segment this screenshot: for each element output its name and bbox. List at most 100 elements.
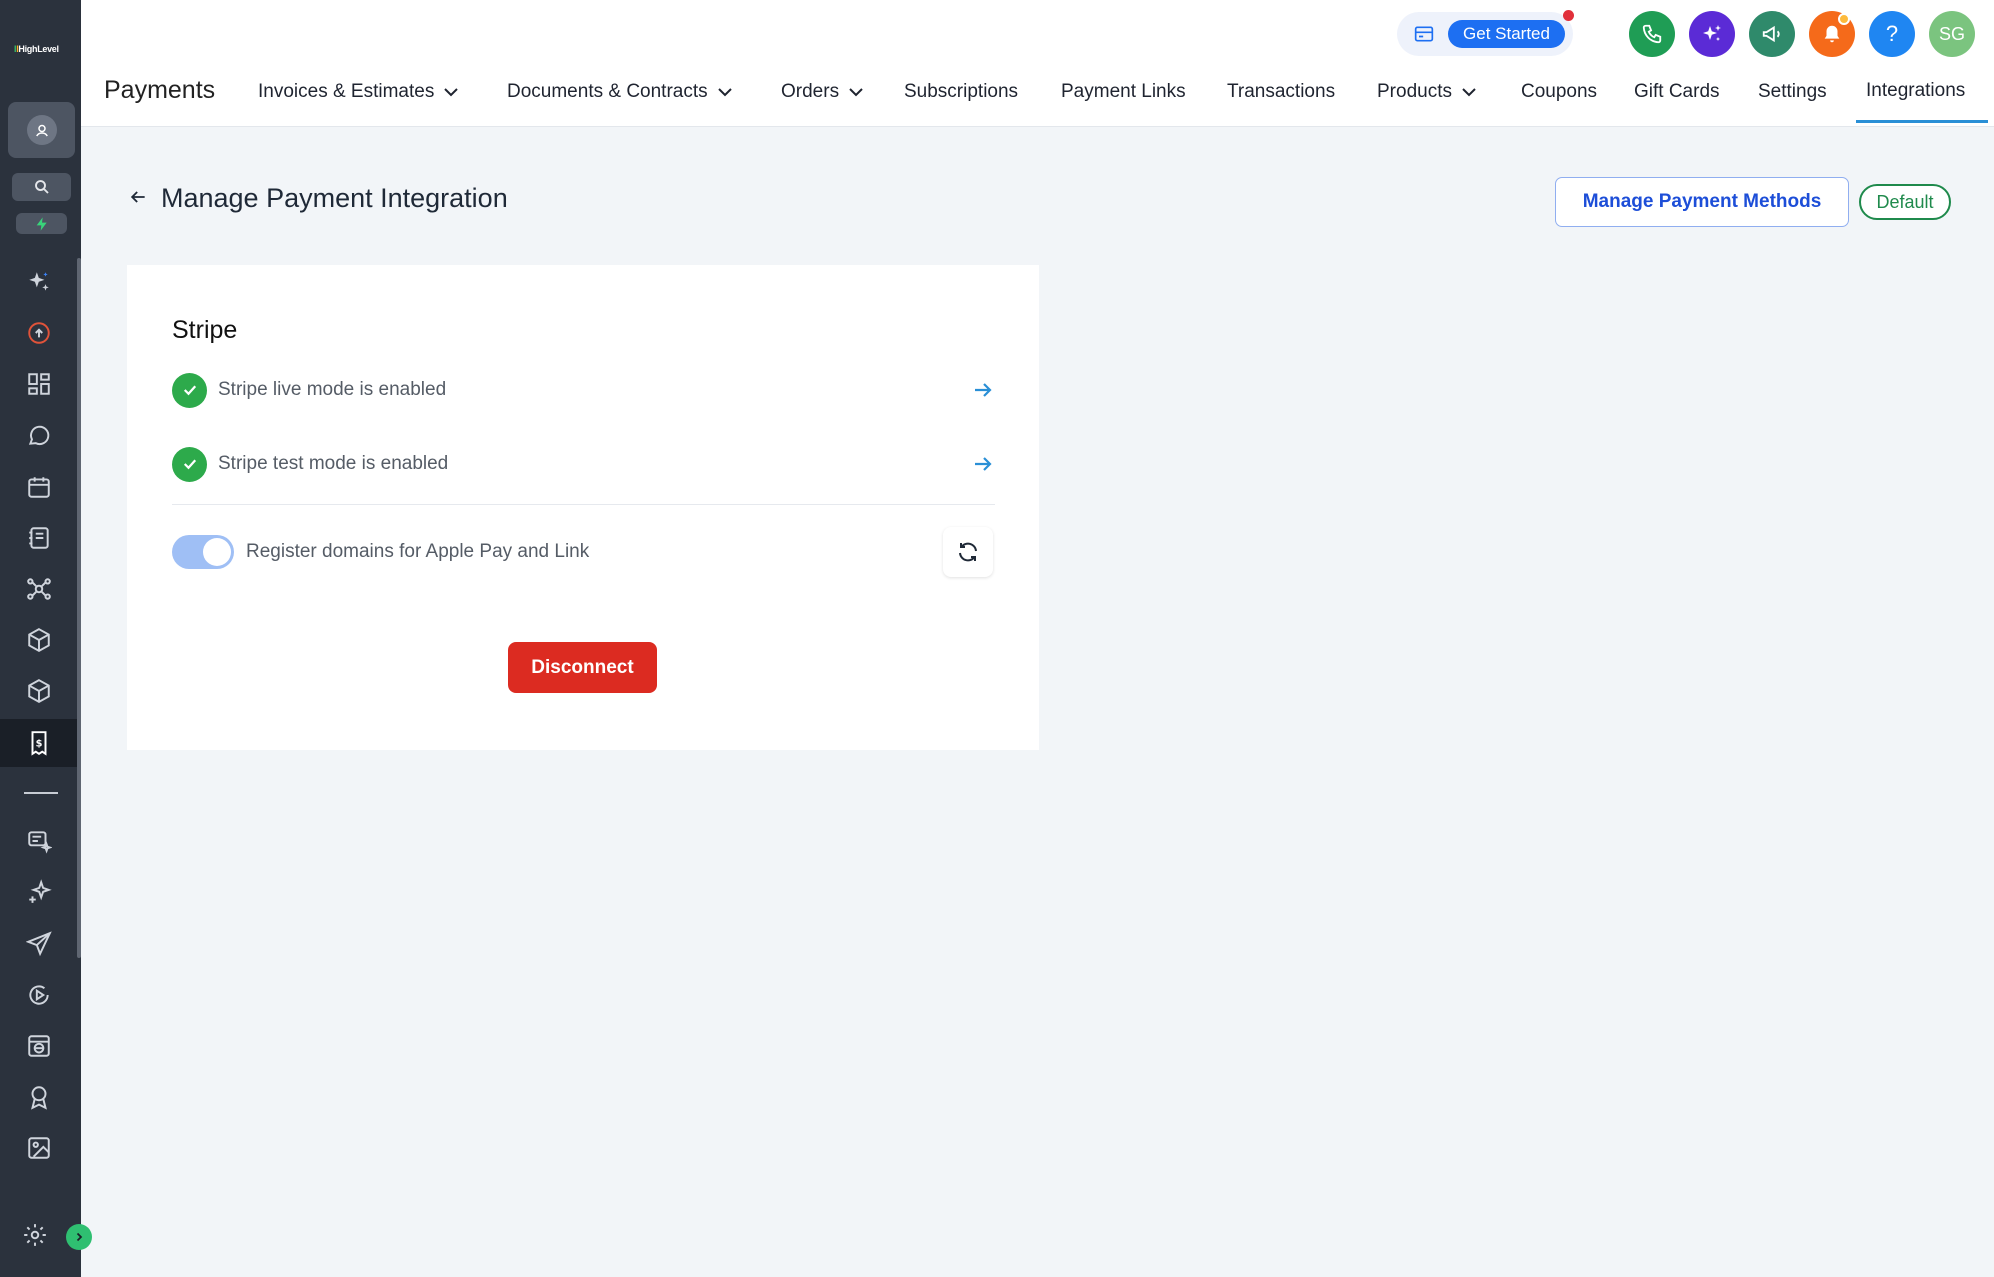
get-started-button[interactable]: Get Started <box>1448 20 1565 48</box>
sidebar-item-opportunities[interactable] <box>0 565 78 613</box>
check-circle-icon <box>172 372 207 408</box>
sidebar-item-sites[interactable] <box>0 1022 78 1070</box>
nav-orders[interactable]: Orders <box>781 80 863 104</box>
account-switcher[interactable] <box>8 102 75 158</box>
disconnect-button[interactable]: Disconnect <box>508 642 657 693</box>
refresh-icon <box>959 542 977 562</box>
chevron-down-icon <box>1462 88 1476 97</box>
logo-text: HighLevel <box>18 44 59 54</box>
chevron-right-icon <box>76 1232 83 1242</box>
back-button[interactable] <box>128 187 148 212</box>
toggle-knob <box>203 538 231 566</box>
register-domains-row: Register domains for Apple Pay and Link <box>172 527 932 577</box>
avatar-initials: SG <box>1938 23 1965 44</box>
nav-label: Subscriptions <box>904 81 1019 102</box>
image-icon <box>28 1137 50 1159</box>
nav-subscriptions[interactable]: Subscriptions <box>904 80 1018 104</box>
sidebar-item-settings[interactable] <box>0 1211 70 1259</box>
nav-label: Documents & Contracts <box>507 81 708 102</box>
check-circle-icon <box>172 446 207 482</box>
upload-cloud-icon <box>28 322 50 344</box>
nav-label: Invoices & Estimates <box>258 81 435 102</box>
ai-assistant-button[interactable] <box>1689 11 1735 57</box>
nav-label: Gift Cards <box>1634 81 1720 102</box>
nav-label: Payment Links <box>1061 81 1186 102</box>
row-label: Stripe live mode is enabled <box>218 379 447 400</box>
sidebar-item-ai-agents[interactable] <box>0 868 78 916</box>
refresh-domains-button[interactable] <box>943 527 993 577</box>
stripe-live-mode-row[interactable]: Stripe live mode is enabled <box>172 370 995 410</box>
sidebar-expand-button[interactable] <box>66 1224 92 1250</box>
nav-coupons[interactable]: Coupons <box>1521 80 1597 104</box>
calendar-icon <box>28 477 50 498</box>
toggle-label: Register domains for Apple Pay and Link <box>246 541 590 562</box>
user-avatar[interactable]: SG <box>1929 11 1975 57</box>
nav-label: Integrations <box>1866 80 1966 101</box>
sidebar-item-media[interactable] <box>0 1124 78 1172</box>
open-test-mode-button[interactable] <box>971 452 995 481</box>
sidebar-item-calendars[interactable] <box>0 463 78 511</box>
sidebar-item-memberships[interactable] <box>0 1073 78 1121</box>
nav-payment-links[interactable]: Payment Links <box>1061 80 1186 104</box>
credit-card-icon <box>1414 26 1434 42</box>
page-title: Manage Payment Integration <box>161 183 508 213</box>
app-title: Payments <box>104 76 216 104</box>
megaphone-icon <box>1762 25 1780 43</box>
sidebar-item-apps[interactable] <box>0 667 78 715</box>
sidebar-item-marketplace[interactable] <box>0 616 78 664</box>
settings-icon <box>24 1224 46 1246</box>
get-started-widget[interactable]: Get Started <box>1397 12 1573 56</box>
ai-sparkle-icon <box>29 879 52 903</box>
search-icon <box>34 180 49 194</box>
nav-transactions[interactable]: Transactions <box>1227 80 1335 104</box>
nav-label: Transactions <box>1227 81 1336 102</box>
bell-icon <box>1824 25 1840 43</box>
row-label: Stripe test mode is enabled <box>218 453 449 474</box>
nav-products[interactable]: Products <box>1377 80 1476 104</box>
nav-settings[interactable]: Settings <box>1758 80 1827 104</box>
sidebar-item-launchpad[interactable] <box>0 309 78 357</box>
sidebar-item-contacts[interactable] <box>0 514 78 562</box>
sidebar-item-payments[interactable]: $ <box>0 719 78 767</box>
nav-gift-cards[interactable]: Gift Cards <box>1634 80 1720 104</box>
sidebar-item-reputation[interactable] <box>0 817 78 865</box>
quick-actions-button[interactable] <box>16 213 67 234</box>
sidebar-item-conversations[interactable] <box>0 411 78 459</box>
nav-invoices-estimates[interactable]: Invoices & Estimates <box>258 80 459 104</box>
stripe-test-mode-row[interactable]: Stripe test mode is enabled <box>172 444 995 484</box>
nav-documents-contracts[interactable]: Documents & Contracts <box>507 80 732 104</box>
website-icon <box>28 1035 50 1057</box>
manage-payment-methods-button[interactable]: Manage Payment Methods <box>1555 177 1849 227</box>
phone-button[interactable] <box>1629 11 1675 57</box>
cube-outline-icon <box>28 679 50 703</box>
default-badge: Default <box>1859 184 1951 220</box>
announcements-button[interactable] <box>1749 11 1795 57</box>
svg-text:$: $ <box>36 738 43 749</box>
card-divider <box>172 504 995 505</box>
highlevel-logo[interactable]: IIHighLevel <box>14 44 59 54</box>
chevron-down-icon <box>717 88 732 97</box>
get-started-notification-dot <box>1563 10 1574 21</box>
nav-label: Settings <box>1758 81 1827 102</box>
nav-integrations[interactable]: Integrations <box>1866 79 1965 103</box>
bolt-icon <box>36 216 47 231</box>
cube-icon <box>28 628 50 652</box>
sidebar-item-marketing[interactable] <box>0 920 78 968</box>
phone-icon <box>1642 24 1662 44</box>
notification-badge <box>1838 13 1850 25</box>
dashboard-grid-icon <box>28 373 50 395</box>
sidebar-search-button[interactable] <box>12 173 71 201</box>
open-live-mode-button[interactable] <box>971 378 995 407</box>
sparkle-icon <box>29 272 49 291</box>
register-domains-toggle[interactable] <box>172 535 234 569</box>
stripe-integration-card: Stripe Stripe live mode is enabled Strip… <box>127 265 1039 750</box>
sidebar-item-ai[interactable] <box>0 258 78 306</box>
contacts-book-icon <box>29 527 49 549</box>
sidebar-item-automation[interactable] <box>0 971 78 1019</box>
award-icon <box>31 1086 47 1110</box>
sidebar-item-dashboard[interactable] <box>0 360 78 408</box>
active-tab-indicator <box>1856 120 1988 123</box>
sidebar-scrollbar[interactable] <box>77 258 81 958</box>
card-title: Stripe <box>172 316 238 344</box>
help-button[interactable]: ? <box>1869 11 1915 57</box>
